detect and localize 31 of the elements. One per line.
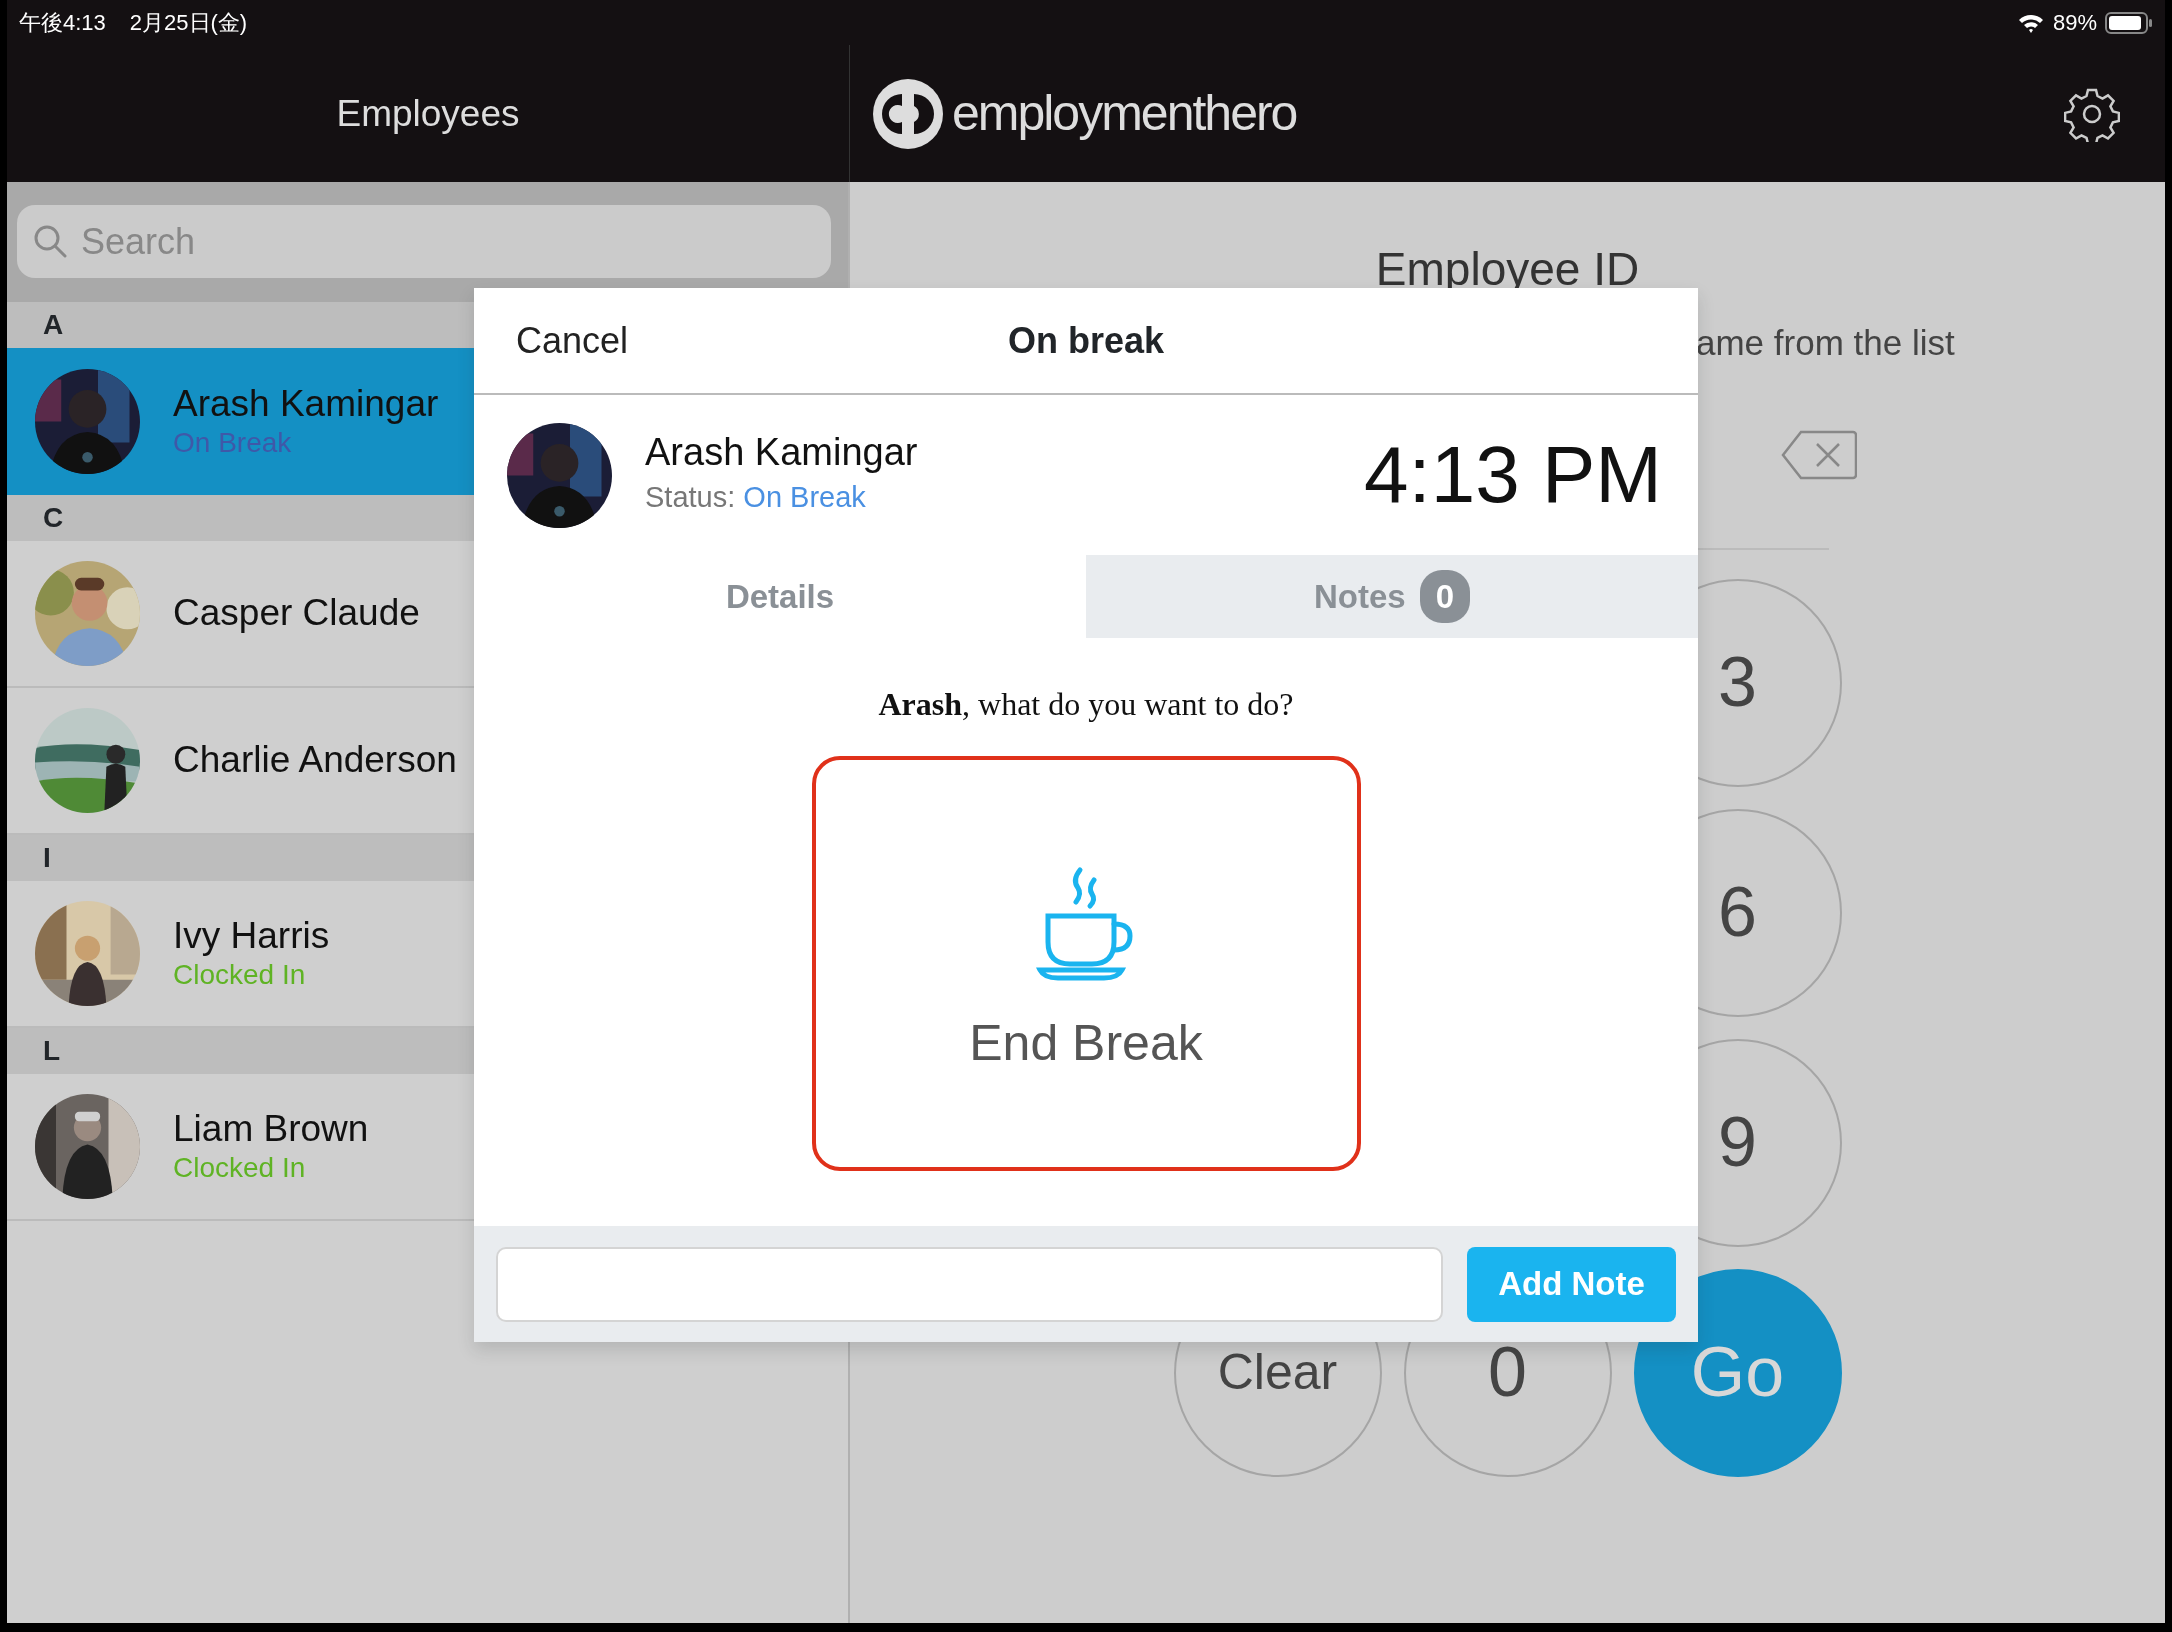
status-date: 2月25日(金)	[129, 9, 248, 37]
battery-level: 89%	[2052, 9, 2097, 37]
prompt-text: Arash, what do you want to do?	[878, 685, 1294, 724]
section-letter: C	[43, 501, 64, 535]
panel-title: Employees	[336, 91, 520, 136]
employee-name: Liam Brown	[173, 1108, 369, 1151]
employee-name: Casper Claude	[173, 592, 420, 635]
clock-time: 4:13 PM	[1364, 429, 1662, 521]
section-letter: A	[43, 308, 64, 342]
count-badge: 0	[1419, 569, 1470, 624]
section-letter: L	[43, 1034, 61, 1068]
status-time: 午後4:13	[19, 9, 106, 37]
battery-icon	[2105, 10, 2153, 35]
brand-name: employmenthero	[952, 84, 1297, 143]
employee-status: Clocked In	[173, 957, 307, 992]
note-field[interactable]	[496, 1246, 1443, 1322]
employee-name: Charlie Anderson	[173, 739, 457, 782]
hint-text: ame from the list	[1696, 322, 1955, 365]
dialog-title: On break	[1007, 319, 1165, 361]
page-title: Employee ID	[1375, 242, 1640, 297]
employee-status: On Break	[173, 425, 293, 460]
end-break-button[interactable]: End Break	[811, 756, 1361, 1171]
employee-status: Clocked In	[173, 1150, 307, 1185]
search-icon	[33, 224, 67, 258]
tab[interactable]: Notes 0	[1086, 555, 1698, 638]
search-field[interactable]: Search	[17, 205, 831, 278]
logo-icon	[872, 77, 944, 150]
section-letter: I	[43, 841, 51, 875]
employee-name: Arash Kamingar	[173, 383, 439, 426]
employee-name: Ivy Harris	[173, 915, 330, 958]
backspace-button[interactable]	[1781, 429, 1857, 480]
